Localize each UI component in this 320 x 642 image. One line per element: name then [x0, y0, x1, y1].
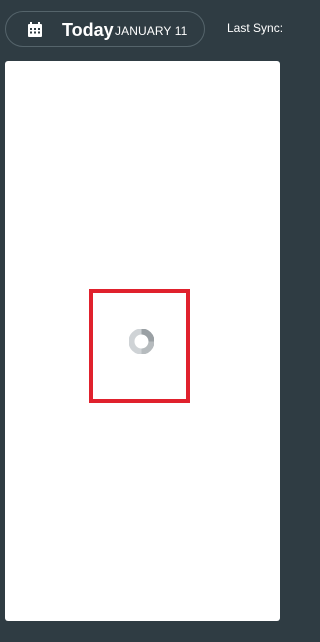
today-label: Today	[62, 20, 114, 40]
content-panel	[5, 61, 280, 621]
calendar-icon	[27, 22, 43, 38]
date-selector-button[interactable]: Today JANUARY 11	[5, 11, 205, 47]
top-bar: Today JANUARY 11 Last Sync:	[0, 0, 290, 60]
date-label: JANUARY 11	[115, 24, 188, 38]
loading-spinner-icon	[128, 328, 155, 355]
last-sync-label: Last Sync:	[227, 21, 284, 35]
